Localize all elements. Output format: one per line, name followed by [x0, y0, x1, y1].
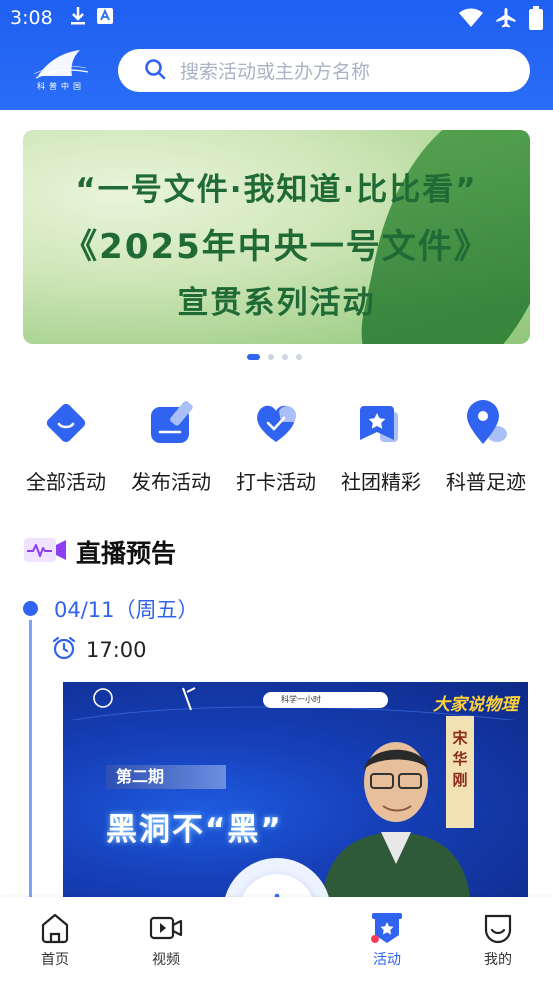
carousel-dot[interactable]: [282, 354, 288, 360]
card-episode: 第二期: [106, 765, 226, 789]
live-time: 17:00: [86, 638, 147, 662]
battery-icon: [529, 6, 543, 34]
tab-activity[interactable]: 活动: [347, 911, 427, 969]
status-time: 3:08: [10, 7, 53, 29]
tab-home[interactable]: 首页: [15, 911, 95, 969]
app-notification-icon: [96, 8, 113, 28]
bottom-nav: 首页 视频 活动 我的: [0, 897, 553, 983]
location-pin-icon: [461, 398, 511, 448]
logo-wave-icon: [33, 50, 89, 79]
live-preview-header: 直播预告: [24, 534, 176, 570]
quick-nav-checkin-activity[interactable]: 打卡活动: [226, 398, 326, 495]
tab-label: 首页: [41, 952, 69, 968]
banner-carousel[interactable]: “一号文件·我知道·比比看” 《2025年中央一号文件》 宣贯系列活动: [23, 130, 530, 344]
tab-label: 视频: [152, 952, 180, 968]
carousel-dot[interactable]: [268, 354, 274, 360]
app-logo[interactable]: 科普中国: [30, 48, 92, 92]
carousel-indicator: [247, 354, 302, 360]
download-icon: [69, 6, 87, 30]
airplane-icon: [495, 7, 517, 33]
status-bar: 3:08: [0, 0, 553, 36]
star-badge-icon: [356, 398, 406, 448]
banner-line-1: “一号文件·我知道·比比看”: [75, 172, 478, 208]
search-icon: [144, 58, 166, 84]
search-input[interactable]: 搜索活动或主办方名称: [118, 49, 530, 92]
quick-nav-label: 打卡活动: [236, 470, 316, 494]
quick-nav-label: 社团精彩: [341, 470, 421, 494]
live-camera-icon: [24, 537, 66, 567]
timeline-dot: [23, 601, 38, 616]
live-time-row: 17:00: [52, 636, 147, 664]
quick-nav-club-highlights[interactable]: 社团精彩: [331, 398, 431, 495]
quick-nav-science-footprint[interactable]: 科普足迹: [436, 398, 536, 495]
video-icon: [149, 911, 183, 945]
banner-line-3: 宣贯系列活动: [177, 285, 376, 321]
quick-nav-publish-activity[interactable]: 发布活动: [121, 398, 221, 495]
wifi-icon: [459, 8, 483, 32]
quick-nav: 全部活动 发布活动 打卡活动 社团精彩 科普足迹: [0, 398, 553, 498]
tab-video[interactable]: 视频: [126, 911, 206, 969]
profile-icon: [481, 911, 515, 945]
timeline-line: [29, 620, 32, 900]
tab-label: 我的: [484, 952, 512, 968]
quick-nav-all-activities[interactable]: 全部活动: [16, 398, 116, 495]
home-icon: [38, 911, 72, 945]
activity-badge-icon: [370, 911, 404, 945]
search-placeholder: 搜索活动或主办方名称: [180, 61, 371, 83]
carousel-dot[interactable]: [296, 354, 302, 360]
heart-checkin-icon: [251, 398, 301, 448]
tab-profile[interactable]: 我的: [458, 911, 538, 969]
carousel-dot[interactable]: [247, 354, 260, 360]
speaker-nameplate: 宋华刚: [446, 716, 474, 828]
quick-nav-label: 科普足迹: [446, 470, 526, 494]
banner-line-2: 《2025年中央一号文件》: [63, 227, 490, 267]
alarm-clock-icon: [52, 636, 76, 664]
diamond-smile-icon: [41, 398, 91, 448]
section-title: 直播预告: [76, 539, 177, 568]
card-topic: 黑洞不“黑”: [106, 812, 283, 848]
tab-label: 活动: [373, 952, 401, 968]
logo-text: 科普中国: [37, 82, 85, 91]
quick-nav-label: 全部活动: [26, 470, 106, 494]
app-header: 3:08 科普中国 搜索活动或主办方名称: [0, 0, 553, 110]
publish-edit-icon: [146, 398, 196, 448]
live-date: 04/11（周五）: [54, 598, 199, 622]
quick-nav-label: 发布活动: [131, 470, 211, 494]
